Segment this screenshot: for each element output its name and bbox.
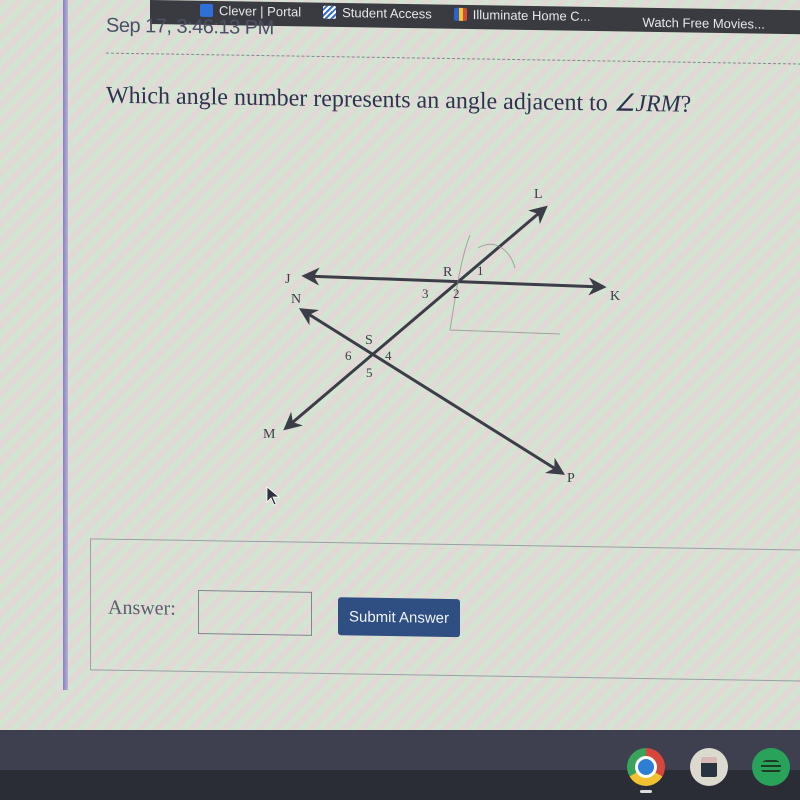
angle-label-3: 3 (422, 286, 429, 301)
line-LM (283, 205, 548, 431)
taskbar-shelf (0, 730, 800, 770)
angle-label-5: 5 (366, 365, 373, 380)
point-label-J: J (285, 272, 291, 287)
angle-label-2: 2 (453, 286, 460, 301)
point-label-K: K (610, 289, 620, 304)
spotify-icon[interactable] (752, 748, 790, 786)
mouse-cursor-icon (266, 486, 280, 506)
chrome-active-indicator (640, 790, 652, 793)
angle-label-1: 1 (477, 263, 484, 278)
point-label-R: R (443, 265, 453, 280)
angle-label-6: 6 (345, 348, 352, 363)
point-label-S: S (365, 333, 373, 348)
point-label-L: L (534, 187, 543, 202)
line-NP (298, 308, 566, 475)
point-label-M: M (263, 427, 276, 442)
geometry-diagram: L J N R K S M P 1 2 3 4 5 6 (263, 187, 620, 486)
point-label-N: N (291, 292, 301, 307)
calculator-icon[interactable] (690, 748, 728, 786)
taskbar (0, 730, 800, 800)
chrome-icon[interactable] (627, 748, 665, 786)
point-label-P: P (567, 471, 575, 486)
angle-label-4: 4 (385, 348, 392, 363)
